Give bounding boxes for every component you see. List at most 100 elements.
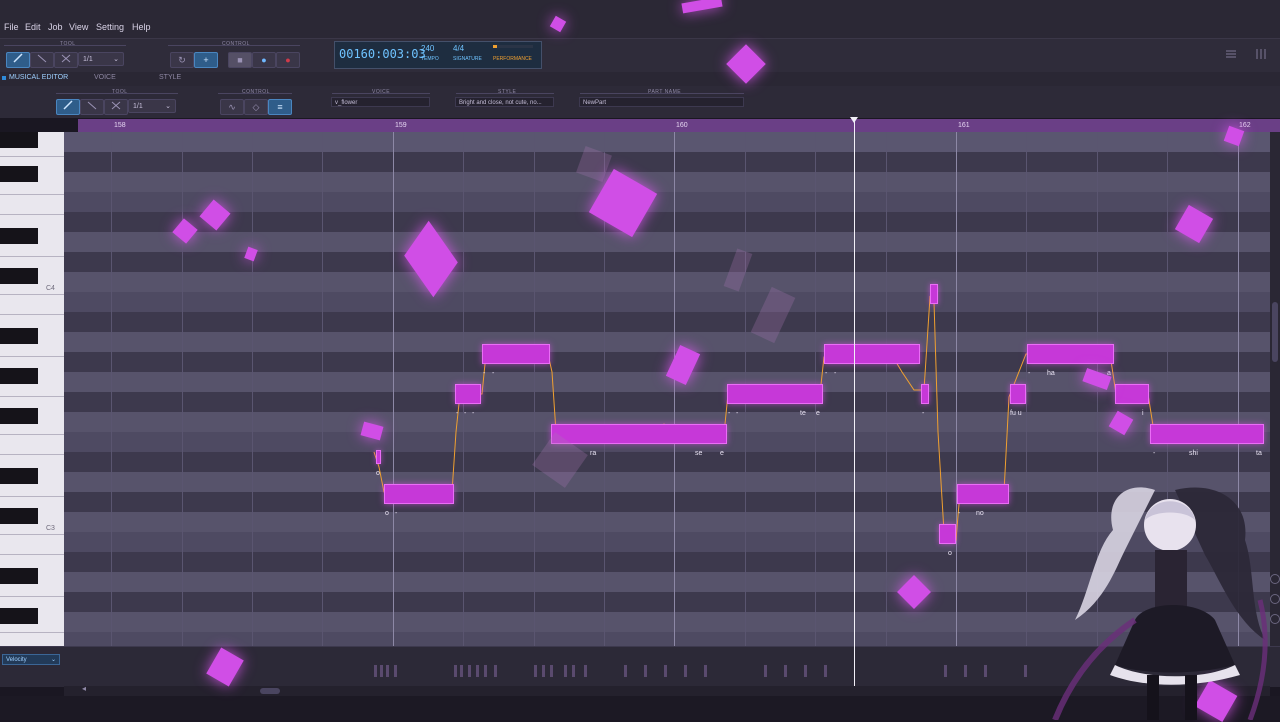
tab-style[interactable]: STYLE	[159, 74, 181, 81]
divider	[580, 93, 744, 94]
record-button[interactable]: ●	[276, 52, 300, 68]
playhead-marker-icon[interactable]	[850, 117, 858, 123]
note-block[interactable]	[930, 284, 938, 304]
expand-button[interactable]: ◇	[244, 99, 268, 115]
note-block[interactable]	[957, 484, 1009, 504]
menu-edit[interactable]: Edit	[25, 22, 41, 32]
note-block[interactable]	[1027, 344, 1114, 364]
timeline-ruler[interactable]: 158 159 160 161 162	[78, 119, 1280, 132]
stop-icon: ■	[237, 55, 243, 65]
note-lyric: -	[728, 410, 731, 417]
black-key[interactable]	[0, 568, 38, 584]
editor-tabs: MUSICAL EDITOR VOICE STYLE	[0, 72, 1280, 86]
tab-musical-editor[interactable]: MUSICAL EDITOR	[9, 74, 68, 81]
pitch-curve-button[interactable]: ∿	[220, 99, 244, 115]
editor-pencil-button[interactable]	[56, 99, 80, 115]
metronome-icon: +	[203, 55, 209, 65]
black-key[interactable]	[0, 408, 38, 424]
play-icon: ●	[261, 55, 267, 65]
note-lyric: ha	[1047, 370, 1055, 377]
black-key[interactable]	[0, 328, 38, 344]
parameter-selector-value: Velocity	[6, 657, 27, 663]
chevron-down-icon: ⌄	[113, 56, 119, 63]
signature-label: SIGNATURE	[453, 56, 482, 62]
playhead[interactable]	[854, 119, 855, 686]
note-lyric: e	[720, 450, 724, 457]
scroll-left-icon[interactable]: ◂	[82, 684, 86, 693]
note-block[interactable]	[1010, 384, 1026, 404]
tab-voice[interactable]: VOICE	[94, 74, 116, 81]
main-toolbar: TOOL 1/1 ⌄ CONTROL ↻ + ■ ● ● 00160:003:03…	[0, 38, 1280, 73]
note-block[interactable]	[551, 424, 727, 444]
control-group-label: CONTROL	[222, 41, 250, 47]
voice-field[interactable]: v_flower	[331, 97, 430, 107]
note-block[interactable]	[939, 524, 956, 544]
note-block[interactable]	[455, 384, 481, 404]
note-lyric: fu u	[1010, 410, 1022, 417]
editor-scissors-button[interactable]	[104, 99, 128, 115]
tempo-value[interactable]: 240	[421, 44, 434, 53]
note-lyric: -	[483, 370, 486, 377]
scroll-thumb[interactable]	[260, 688, 280, 694]
transport-display: 00160:003:03 240 TEMPO 4/4 SIGNATURE PER…	[334, 41, 542, 69]
menu-view[interactable]: View	[69, 22, 88, 32]
divider	[332, 93, 430, 94]
bar-number: 162	[1239, 122, 1251, 129]
pencil-tool-button[interactable]	[6, 52, 30, 68]
quantize-value: 1/1	[83, 56, 93, 63]
lanes-icon: ≡	[277, 102, 283, 112]
scissors-icon	[111, 101, 121, 110]
editor-line-button[interactable]	[80, 99, 104, 115]
key-divider	[0, 294, 64, 295]
note-block[interactable]	[1115, 384, 1149, 404]
signature-value[interactable]: 4/4	[453, 44, 464, 53]
note-lyric: se	[695, 450, 703, 457]
note-block[interactable]	[824, 344, 920, 364]
key-divider	[0, 356, 64, 357]
bar-number: 161	[958, 122, 970, 129]
quantize-select[interactable]: 1/1 ⌄	[78, 52, 124, 66]
voice-label: VOICE	[372, 89, 391, 95]
black-key[interactable]	[0, 508, 38, 524]
divider	[168, 45, 300, 46]
editor-quantize-select[interactable]: 1/1 ⌄	[128, 99, 176, 113]
black-key[interactable]	[0, 166, 38, 182]
piano-keyboard[interactable]: C4 C3	[0, 132, 64, 646]
parameter-selector[interactable]: Velocity ⌄	[2, 654, 60, 665]
scroll-thumb[interactable]	[1272, 302, 1278, 362]
note-block[interactable]	[482, 344, 550, 364]
note-block[interactable]	[384, 484, 454, 504]
play-button[interactable]: ●	[252, 52, 276, 68]
metronome-button[interactable]: +	[194, 52, 218, 68]
menu-file[interactable]: File	[4, 22, 19, 32]
octave-label-c4: C4	[46, 285, 55, 292]
note-block[interactable]	[727, 384, 823, 404]
black-key[interactable]	[0, 608, 38, 624]
list-view-button[interactable]	[1222, 47, 1240, 61]
key-divider	[0, 256, 64, 257]
note-block[interactable]	[921, 384, 929, 404]
note-block[interactable]	[376, 450, 381, 464]
menu-help[interactable]: Help	[132, 22, 151, 32]
lanes-button[interactable]: ≡	[268, 99, 292, 115]
menu-job[interactable]: Job	[48, 22, 63, 32]
black-key[interactable]	[0, 132, 38, 148]
menu-setting[interactable]: Setting	[96, 22, 124, 32]
black-key[interactable]	[0, 368, 38, 384]
line-tool-button[interactable]	[30, 52, 54, 68]
black-key[interactable]	[0, 468, 38, 484]
style-field[interactable]: Bright and close, not cute, no...	[455, 97, 554, 107]
scissors-tool-button[interactable]	[54, 52, 78, 68]
note-lyric: -	[1153, 450, 1156, 457]
note-lyric: no	[976, 510, 984, 517]
black-key[interactable]	[0, 268, 38, 284]
diamond-icon: ◇	[252, 102, 260, 112]
black-key[interactable]	[0, 228, 38, 244]
style-label: STYLE	[498, 89, 517, 95]
part-name-field[interactable]: NewPart	[579, 97, 744, 107]
loop-button[interactable]: ↻	[170, 52, 194, 68]
active-tab-indicator	[2, 76, 6, 80]
stop-button[interactable]: ■	[228, 52, 252, 68]
note-block[interactable]	[1150, 424, 1264, 444]
mixer-button[interactable]	[1252, 47, 1270, 61]
